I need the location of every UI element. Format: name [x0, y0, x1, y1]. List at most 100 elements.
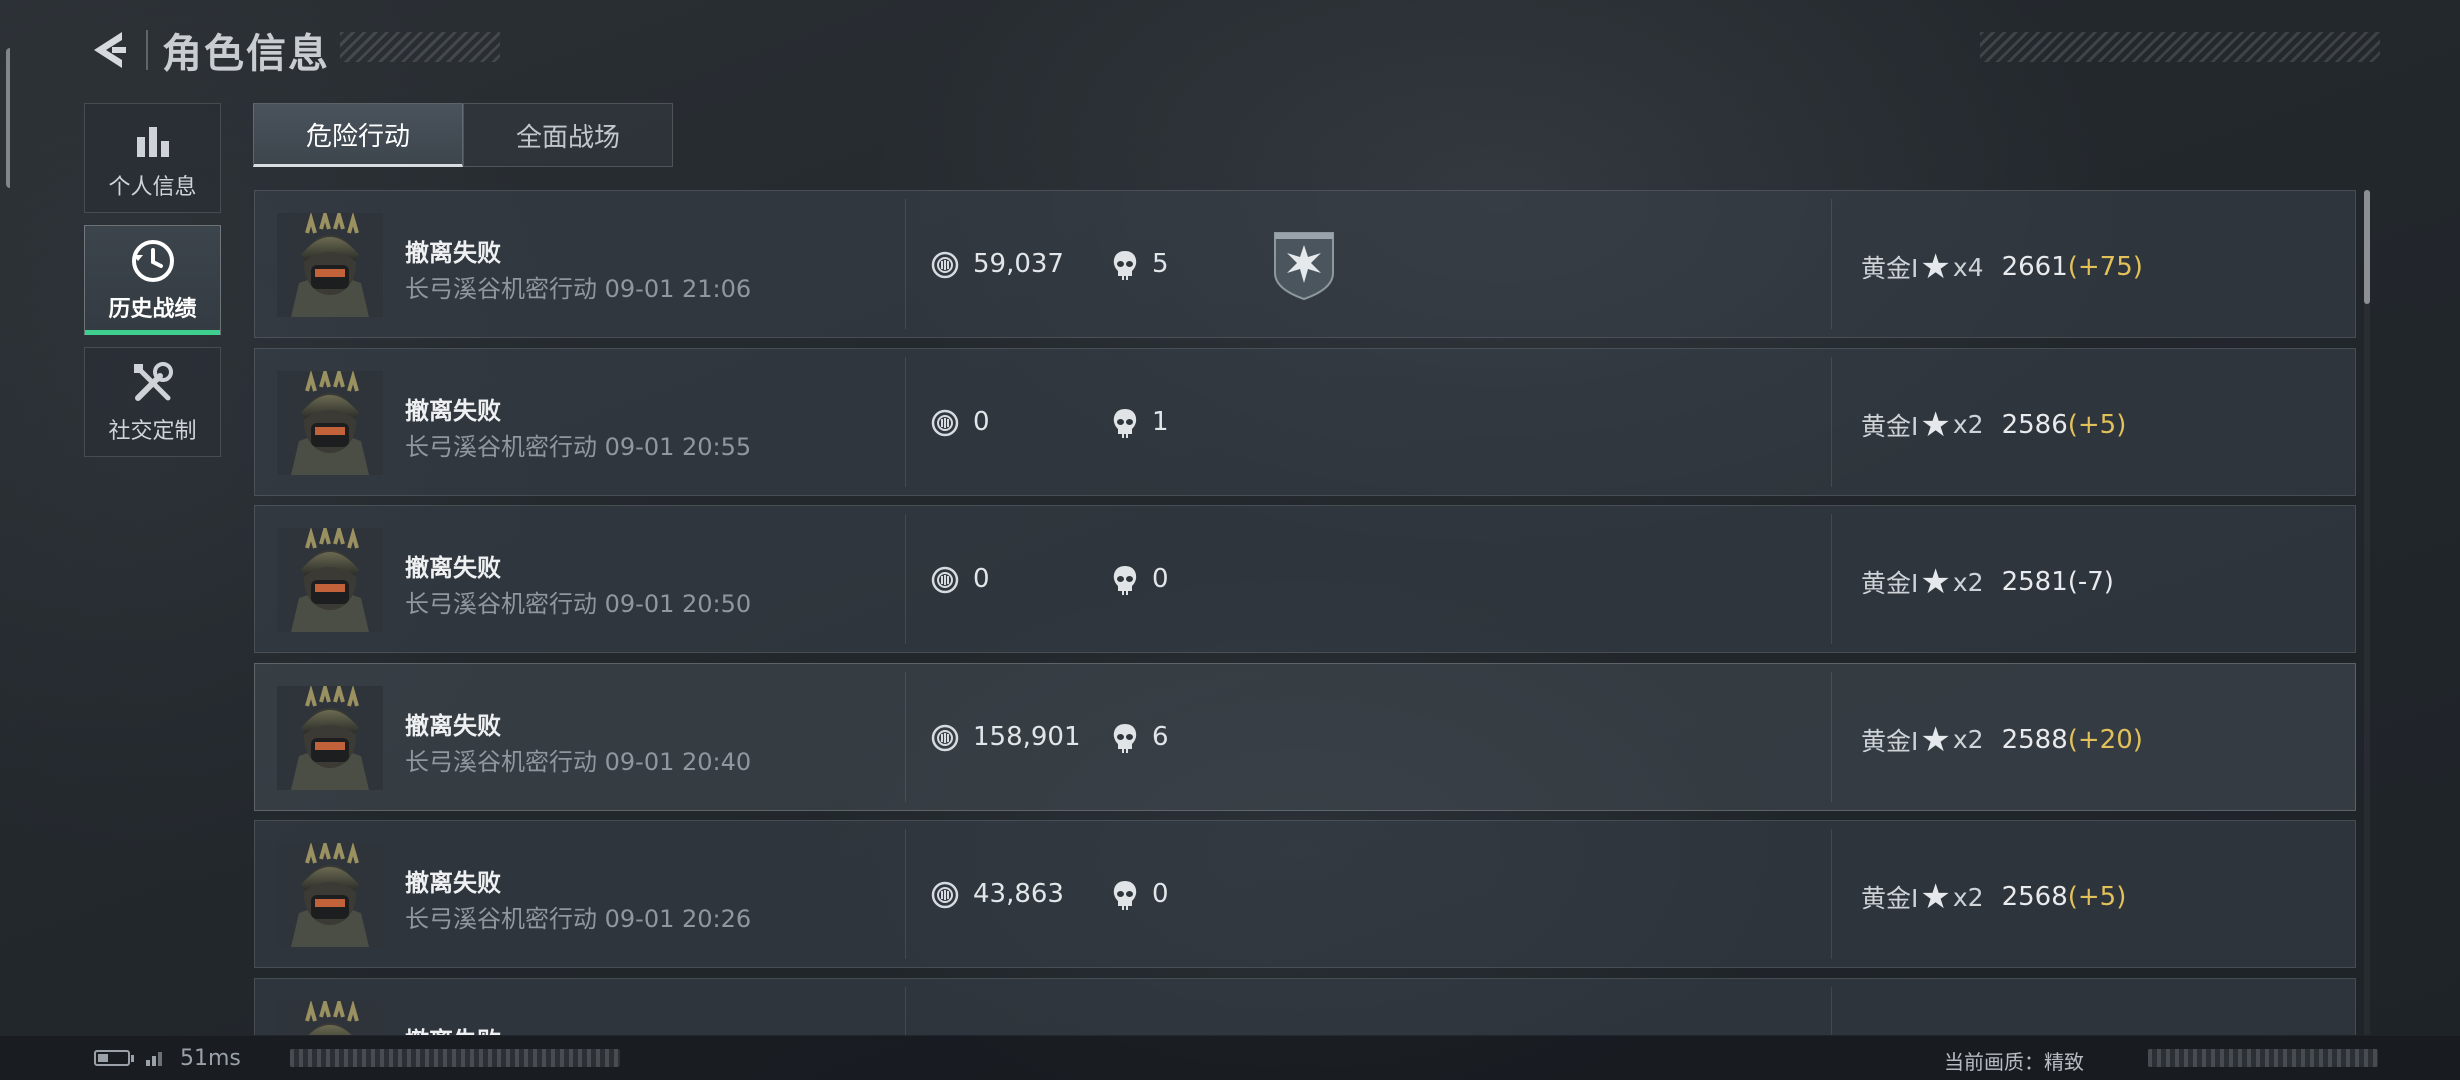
record-row[interactable]: 撤离失败 长弓溪谷机密行动 09-01 21:06 59,037 5 黄金I ★… — [254, 190, 2356, 338]
record-kills: 1 — [1152, 406, 1169, 437]
signal-icon — [146, 1052, 162, 1066]
rank-info: 黄金I ★ x2 2588 (+20) — [1861, 722, 2143, 758]
rank-score: 2588 — [2001, 724, 2068, 755]
rank-tier: 黄金I — [1861, 569, 1919, 598]
mode-tabs: 危险行动 全面战场 — [253, 103, 673, 167]
operator-avatar — [277, 1000, 383, 1035]
operator-avatar — [277, 843, 383, 947]
rank-score: 2581 — [2001, 567, 2068, 597]
coin-icon — [931, 251, 959, 279]
header-decoration-right — [1980, 32, 2380, 62]
record-value: 59,037 — [973, 249, 1064, 279]
skull-icon — [1113, 251, 1137, 280]
status-bar: 51ms 当前画质：精致 — [0, 1036, 2460, 1080]
operator-avatar — [277, 370, 383, 475]
record-row[interactable]: 撤离失败 ★ — [254, 977, 2356, 1035]
star-icon: ★ — [1920, 247, 1951, 287]
operator-avatar — [277, 213, 383, 317]
scrollbar-thumb[interactable] — [2364, 190, 2370, 304]
rank-stars: x2 — [1952, 410, 1984, 439]
star-icon: ★ — [1920, 562, 1951, 602]
wrench-screwdriver-icon — [128, 359, 178, 407]
divider — [905, 671, 906, 802]
skull-icon — [1113, 723, 1137, 753]
sidebar: 个人信息 历史战绩 社交定制 — [84, 103, 223, 469]
battery-icon — [94, 1050, 134, 1066]
divider — [905, 986, 906, 1035]
rank-delta: (-7) — [2067, 567, 2114, 597]
record-row[interactable]: 撤离失败 长弓溪谷机密行动 09-01 20:50 0 0 黄金I ★ x2 2… — [254, 505, 2356, 653]
record-value: 43,863 — [973, 879, 1064, 909]
rank-delta: (+5) — [2067, 882, 2127, 912]
tab-danger-ops[interactable]: 危险行动 — [253, 103, 463, 167]
coin-icon — [931, 409, 959, 436]
match-history-list: 撤离失败 长弓溪谷机密行动 09-01 21:06 59,037 5 黄金I ★… — [254, 190, 2358, 1035]
sidebar-item-history[interactable]: 历史战绩 — [84, 225, 221, 335]
record-detail: 长弓溪谷机密行动 09-01 20:26 — [405, 905, 752, 933]
divider — [1831, 829, 1832, 959]
redacted-info-right — [2148, 1049, 2378, 1067]
divider — [1831, 671, 1832, 802]
rank-info: 黄金I ★ x2 2568 (+5) — [1861, 879, 2126, 915]
record-result: 撤离失败 — [405, 554, 501, 582]
rank-score: 2661 — [2001, 252, 2068, 282]
rank-tier: 黄金I — [1861, 254, 1919, 283]
divider — [905, 829, 906, 959]
star-icon: ★ — [1920, 404, 1951, 445]
star-icon: ★ — [1920, 877, 1951, 917]
quality-label: 当前画质：精致 — [1944, 1050, 2084, 1074]
scrollbar-track[interactable] — [2364, 190, 2370, 1035]
divider — [905, 199, 906, 329]
record-value: 0 — [973, 564, 990, 594]
skull-icon — [1113, 566, 1137, 595]
record-row[interactable]: 撤离失败 长弓溪谷机密行动 09-01 20:55 0 1 黄金I ★ x2 2… — [254, 347, 2356, 496]
skull-icon — [1113, 408, 1137, 438]
operator-avatar — [277, 685, 383, 790]
rank-stars: x4 — [1952, 252, 1984, 282]
record-detail: 长弓溪谷机密行动 09-01 20:40 — [405, 747, 752, 776]
sidebar-item-label: 社交定制 — [108, 419, 197, 444]
rank-info: 黄金I ★ x4 2661 (+75) — [1861, 249, 2143, 285]
rank-delta: (+5) — [2067, 409, 2127, 440]
rank-info: 黄金I ★ x2 2581 (-7) — [1861, 564, 2114, 600]
sidebar-item-personal-info[interactable]: 个人信息 — [84, 103, 221, 213]
ping-value: 51ms — [180, 1046, 241, 1071]
record-kills: 0 — [1152, 564, 1169, 594]
record-value: 158,901 — [973, 721, 1081, 752]
sidebar-item-social[interactable]: 社交定制 — [84, 347, 221, 457]
rank-tier: 黄金I — [1861, 726, 1919, 756]
coin-icon — [931, 881, 959, 909]
record-kills: 6 — [1152, 721, 1169, 752]
record-row[interactable]: 撤离失败 长弓溪谷机密行动 09-01 20:40 158,901 6 黄金I … — [254, 662, 2356, 811]
record-value: 0 — [973, 406, 990, 437]
sidebar-item-label: 历史战绩 — [108, 297, 197, 322]
record-result: 撤离失败 — [405, 239, 501, 267]
record-row[interactable]: 撤离失败 长弓溪谷机密行动 09-01 20:26 43,863 0 黄金I ★… — [254, 820, 2356, 968]
star-icon: ★ — [1920, 719, 1951, 760]
tab-all-out-war[interactable]: 全面战场 — [463, 103, 673, 167]
divider — [905, 514, 906, 644]
divider — [1831, 199, 1832, 329]
record-detail: 长弓溪谷机密行动 09-01 20:55 — [405, 432, 752, 461]
page-title: 角色信息 — [162, 31, 330, 77]
record-detail: 长弓溪谷机密行动 09-01 20:50 — [405, 590, 752, 618]
history-clock-icon — [128, 237, 178, 285]
record-result: 撤离失败 — [405, 711, 501, 740]
record-kills: 5 — [1152, 249, 1169, 279]
achievement-badge-icon — [1274, 232, 1334, 301]
divider — [1831, 514, 1832, 644]
operator-avatar — [277, 528, 383, 632]
rank-delta: (+20) — [2067, 724, 2143, 755]
back-arrow-icon[interactable] — [88, 28, 130, 72]
divider — [1831, 356, 1832, 487]
rank-score: 2586 — [2001, 409, 2068, 440]
rank-stars: x2 — [1952, 725, 1984, 754]
header: 角色信息 — [88, 22, 330, 78]
rank-info: 黄金I ★ x2 2586 (+5) — [1861, 407, 2126, 443]
rank-stars: x2 — [1952, 882, 1984, 912]
record-result: 撤离失败 — [405, 396, 501, 425]
rank-score: 2568 — [2001, 882, 2068, 912]
coin-icon — [931, 566, 959, 594]
rank-delta: (+75) — [2067, 252, 2143, 282]
coin-icon — [931, 724, 959, 751]
